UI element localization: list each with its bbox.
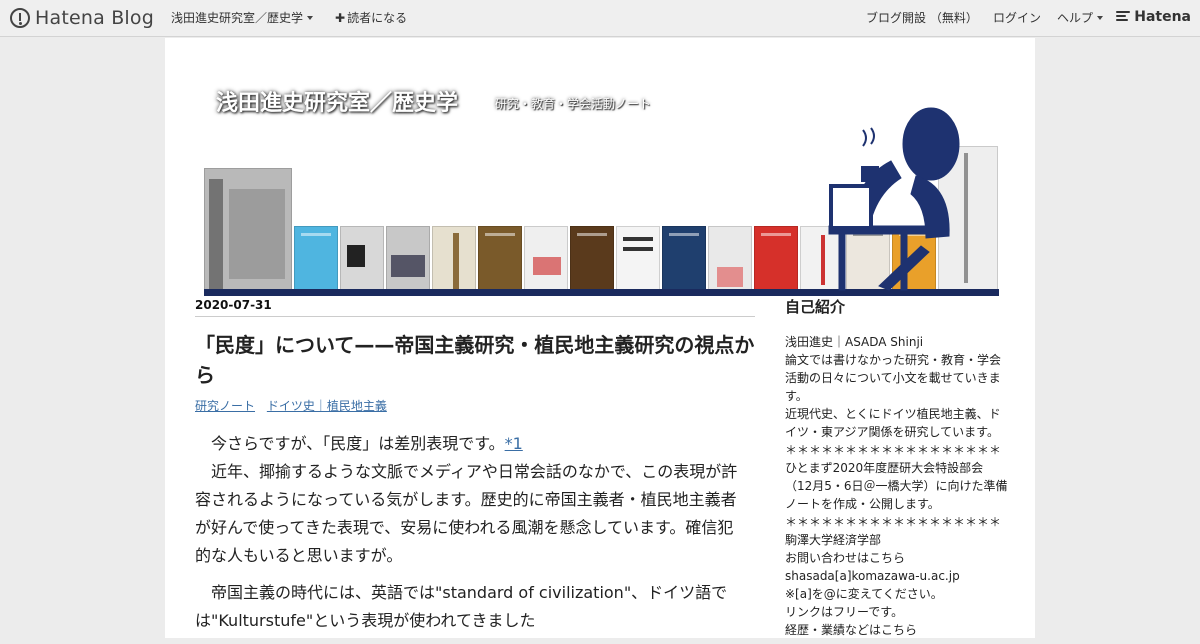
book-cover xyxy=(432,226,476,296)
hatena-blog-logo[interactable]: Hatena Blog xyxy=(10,7,154,29)
book-cover xyxy=(294,226,338,296)
hatena-logo[interactable]: Hatena xyxy=(1116,9,1191,25)
profile-text: 近現代史、とくにドイツ植民地主義、ドイツ・東アジア関係を研究しています。 xyxy=(785,407,1001,439)
text: 近年、揶揄するような文脈でメディアや日常会話のなかで、この表現が許容されるように… xyxy=(195,462,738,565)
book-cover xyxy=(570,226,614,296)
subscribe-button[interactable]: ✚ 読者になる xyxy=(335,0,407,37)
paragraph: 帝国主義の時代には、英語では"standard of civilization"… xyxy=(195,583,728,630)
divider xyxy=(195,316,755,317)
contact-link[interactable]: お問い合わせはこちら xyxy=(785,549,1010,567)
hatena-logo-icon xyxy=(1116,11,1131,23)
book-cover xyxy=(478,226,522,296)
blog-description: 研究・教育・学会活動ノート xyxy=(495,97,652,111)
entry-title[interactable]: 「民度」について——帝国主義研究・植民地主義研究の視点から xyxy=(195,330,760,390)
logo-text: Hatena Blog xyxy=(35,7,154,29)
sidebar-heading: 自己紹介 xyxy=(785,298,846,316)
blog-menu-label: 浅田進史研究室／歴史学 xyxy=(171,11,304,25)
entry-categories: 研究ノート ドイツ史｜植民地主義 xyxy=(195,397,395,414)
separator-text: ＊＊＊＊＊＊＊＊＊＊＊＊＊＊＊＊＊＊ xyxy=(785,515,1002,529)
separator-text: ＊＊＊＊＊＊＊＊＊＊＊＊＊＊＊＊＊＊ xyxy=(785,443,1002,457)
help-label: ヘルプ xyxy=(1057,11,1094,25)
category-link[interactable]: ドイツ史｜植民地主義 xyxy=(267,399,387,413)
book-cover xyxy=(754,226,798,296)
open-blog-link[interactable]: ブログ開設 （無料） xyxy=(866,0,978,37)
blog-title[interactable]: 浅田進史研究室／歴史学 xyxy=(216,85,458,117)
author-illustration xyxy=(828,107,960,291)
login-label: ログイン xyxy=(993,11,1042,25)
profile-text: リンクはフリーです。 xyxy=(785,605,904,619)
open-blog-label: ブログ開設 （無料） xyxy=(866,11,978,25)
login-link[interactable]: ログイン xyxy=(993,0,1041,37)
book-cover xyxy=(524,226,568,296)
profile-text: ひとまず2020年度歴研大会特設部会（12月5・6日＠一橋大学）に向けた準備ノー… xyxy=(785,461,1008,511)
profile-text: 論文では書けなかった研究・教育・学会活動の日々について小文を載せていきます。 xyxy=(785,353,1002,403)
plus-icon: ✚ xyxy=(335,11,346,25)
profile-text: ※[a]を@に変えてください。 xyxy=(785,587,943,601)
blog-menu-dropdown[interactable]: 浅田進史研究室／歴史学 xyxy=(171,0,313,37)
entry-date[interactable]: 2020-07-31 xyxy=(195,298,272,312)
book-cover xyxy=(340,226,384,296)
text: 今さらですが、「民度」は差別表現です。 xyxy=(211,434,505,453)
book-cover xyxy=(708,226,752,296)
category-link[interactable]: 研究ノート xyxy=(195,399,255,413)
book-cover xyxy=(662,226,706,296)
entry-body: 今さらですが、「民度」は差別表現です。*1 近年、揶揄するような文脈でメディアや日… xyxy=(195,430,747,644)
hatena-blog-logo-icon xyxy=(10,8,30,28)
profile-name[interactable]: 浅田進史｜ASADA Shinji xyxy=(785,333,1010,351)
book-cover xyxy=(386,226,430,296)
email-text: shasada[a]komazawa-u.ac.jp xyxy=(785,569,960,583)
paragraph: 今さらですが、「民度」は差別表現です。*1 近年、揶揄するような文脈でメディアや日… xyxy=(195,430,747,570)
footnote-link[interactable]: *1 xyxy=(505,434,523,453)
hatena-logo-text: Hatena xyxy=(1134,9,1191,25)
book-cover xyxy=(204,168,292,296)
subscribe-label: 読者になる xyxy=(347,11,408,25)
profile-link[interactable]: 経歴・業績などはこちら xyxy=(785,621,1010,639)
book-cover xyxy=(616,226,660,296)
main-container: 浅田進史研究室／歴史学 研究・教育・学会活動ノート 2020-07-31 「民度… xyxy=(165,38,1035,638)
profile-module: 浅田進史｜ASADA Shinji 論文では書けなかった研究・教育・学会活動の日… xyxy=(785,333,1010,639)
global-header: Hatena Blog 浅田進史研究室／歴史学 ✚ 読者になる ブログ開設 （無料… xyxy=(0,0,1200,37)
profile-text: 駒澤大学経済学部 xyxy=(785,533,882,547)
help-dropdown[interactable]: ヘルプ xyxy=(1057,0,1103,37)
